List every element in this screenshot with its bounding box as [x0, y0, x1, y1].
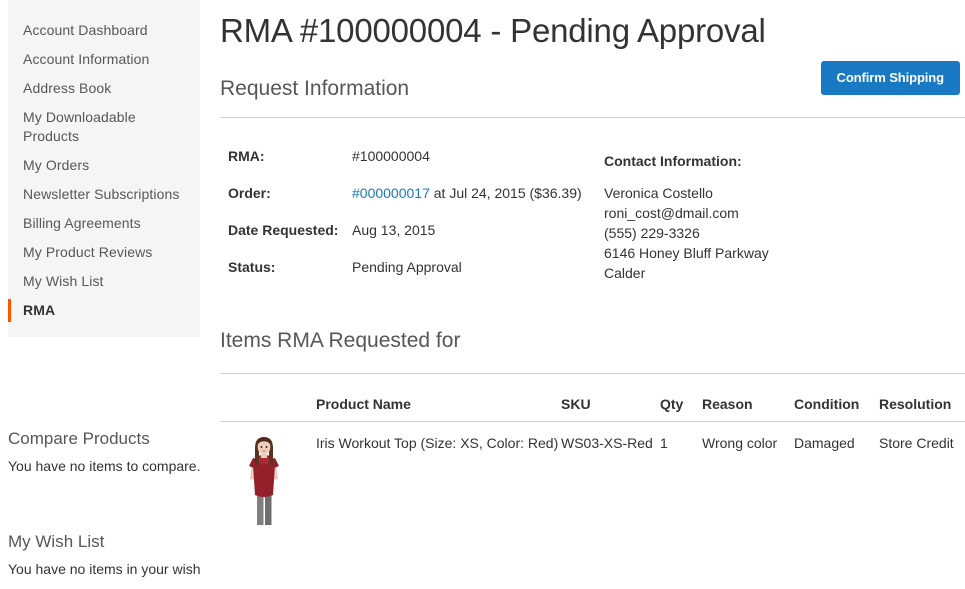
sidebar-item-account-information[interactable]: Account Information — [8, 45, 200, 74]
wishlist-empty-text: You have no items in your wish — [8, 561, 201, 577]
rma-detail-list: RMA: #100000004 Order: #000000017 at Jul… — [228, 147, 598, 295]
cell-product-name: Iris Workout Top (Size: XS, Color: Red) — [316, 435, 559, 451]
detail-row-date-requested: Date Requested: Aug 13, 2015 — [228, 221, 598, 239]
detail-label: Date Requested: — [228, 222, 339, 238]
sidebar-item-label: My Orders — [23, 157, 90, 173]
column-header-thumbnail — [220, 374, 316, 422]
contact-street: 6146 Honey Bluff Parkway — [604, 245, 769, 261]
detail-label: Status: — [228, 259, 276, 275]
sidebar-item-label: My Product Reviews — [23, 244, 153, 260]
sidebar-item-billing-agreements[interactable]: Billing Agreements — [8, 209, 200, 238]
sidebar-item-label: Account Dashboard — [23, 22, 148, 38]
column-header-product-name: Product Name — [316, 374, 561, 422]
sidebar-item-account-dashboard[interactable]: Account Dashboard — [8, 16, 200, 45]
contact-name: Veronica Costello — [604, 185, 713, 201]
wishlist-block: My Wish List You have no items in your w… — [8, 531, 208, 579]
table-header-row: Product Name SKU Qty Reason Condition Re… — [220, 374, 965, 422]
cell-sku: WS03-XS-Red — [561, 435, 653, 451]
account-navigation: Account Dashboard Account Information Ad… — [8, 0, 200, 337]
column-header-resolution: Resolution — [879, 374, 965, 422]
sidebar: Account Dashboard Account Information Ad… — [0, 0, 210, 589]
contact-information-block: Contact Information: Veronica Costello r… — [604, 152, 904, 283]
column-header-reason: Reason — [702, 374, 794, 422]
detail-row-rma: RMA: #100000004 — [228, 147, 598, 165]
status-value: Pending Approval — [352, 259, 462, 275]
cell-qty: 1 — [660, 435, 668, 451]
sidebar-item-label: My Downloadable Products — [23, 109, 136, 144]
cell-resolution: Store Credit — [879, 435, 954, 451]
sidebar-item-my-downloadable-products[interactable]: My Downloadable Products — [8, 103, 200, 151]
sidebar-item-label: Newsletter Subscriptions — [23, 186, 180, 202]
cell-reason: Wrong color — [702, 435, 778, 451]
confirm-shipping-button[interactable]: Confirm Shipping — [820, 61, 960, 95]
items-table: Product Name SKU Qty Reason Condition Re… — [220, 374, 965, 527]
sidebar-item-my-product-reviews[interactable]: My Product Reviews — [8, 238, 200, 267]
main-content: RMA #100000004 - Pending Approval Reques… — [220, 0, 965, 589]
sidebar-item-label: My Wish List — [23, 273, 104, 289]
contact-phone: (555) 229-3326 — [604, 225, 700, 241]
compare-products-empty-text: You have no items to compare. — [8, 458, 201, 474]
detail-label: Order: — [228, 185, 271, 201]
sidebar-item-my-wish-list[interactable]: My Wish List — [8, 267, 200, 296]
sidebar-item-label: RMA — [23, 302, 56, 318]
sidebar-item-my-orders[interactable]: My Orders — [8, 151, 200, 180]
contact-city: Calder — [604, 265, 646, 281]
request-information-body: RMA: #100000004 Order: #000000017 at Jul… — [220, 147, 965, 322]
detail-value: #100000004 — [352, 148, 430, 164]
cell-condition: Damaged — [794, 435, 855, 451]
detail-row-order: Order: #000000017 at Jul 24, 2015 ($36.3… — [228, 184, 598, 202]
wishlist-title: My Wish List — [8, 532, 105, 551]
detail-value: Aug 13, 2015 — [352, 222, 436, 238]
order-link[interactable]: #000000017 — [352, 185, 430, 201]
column-header-condition: Condition — [794, 374, 879, 422]
column-header-qty: Qty — [660, 374, 702, 422]
product-thumbnail-icon — [240, 435, 288, 527]
sidebar-item-address-book[interactable]: Address Book — [8, 74, 200, 103]
detail-label: RMA: — [228, 148, 265, 164]
page-title: RMA #100000004 - Pending Approval — [220, 12, 766, 49]
compare-products-title: Compare Products — [8, 429, 150, 448]
items-section: Items RMA Requested for Product Name SKU… — [220, 327, 965, 527]
sidebar-item-label: Billing Agreements — [23, 215, 141, 231]
order-meta: at Jul 24, 2015 ($36.39) — [429, 185, 582, 201]
compare-products-block: Compare Products You have no items to co… — [8, 428, 208, 476]
column-header-sku: SKU — [561, 374, 660, 422]
items-section-title: Items RMA Requested for — [220, 329, 461, 352]
request-information-divider — [220, 117, 965, 118]
contact-information-heading: Contact Information: — [604, 153, 742, 169]
sidebar-item-label: Account Information — [23, 51, 150, 67]
request-information-header: Request Information Confirm Shipping — [220, 61, 965, 117]
sidebar-item-label: Address Book — [23, 80, 112, 96]
cell-thumbnail — [220, 422, 316, 527]
detail-row-status: Status: Pending Approval — [228, 258, 598, 276]
table-row: Iris Workout Top (Size: XS, Color: Red) … — [220, 422, 965, 527]
sidebar-item-newsletter-subscriptions[interactable]: Newsletter Subscriptions — [8, 180, 200, 209]
contact-email: roni_cost@dmail.com — [604, 205, 739, 221]
sidebar-item-rma[interactable]: RMA — [8, 296, 200, 325]
detail-value: #000000017 at Jul 24, 2015 ($36.39) — [352, 184, 582, 202]
